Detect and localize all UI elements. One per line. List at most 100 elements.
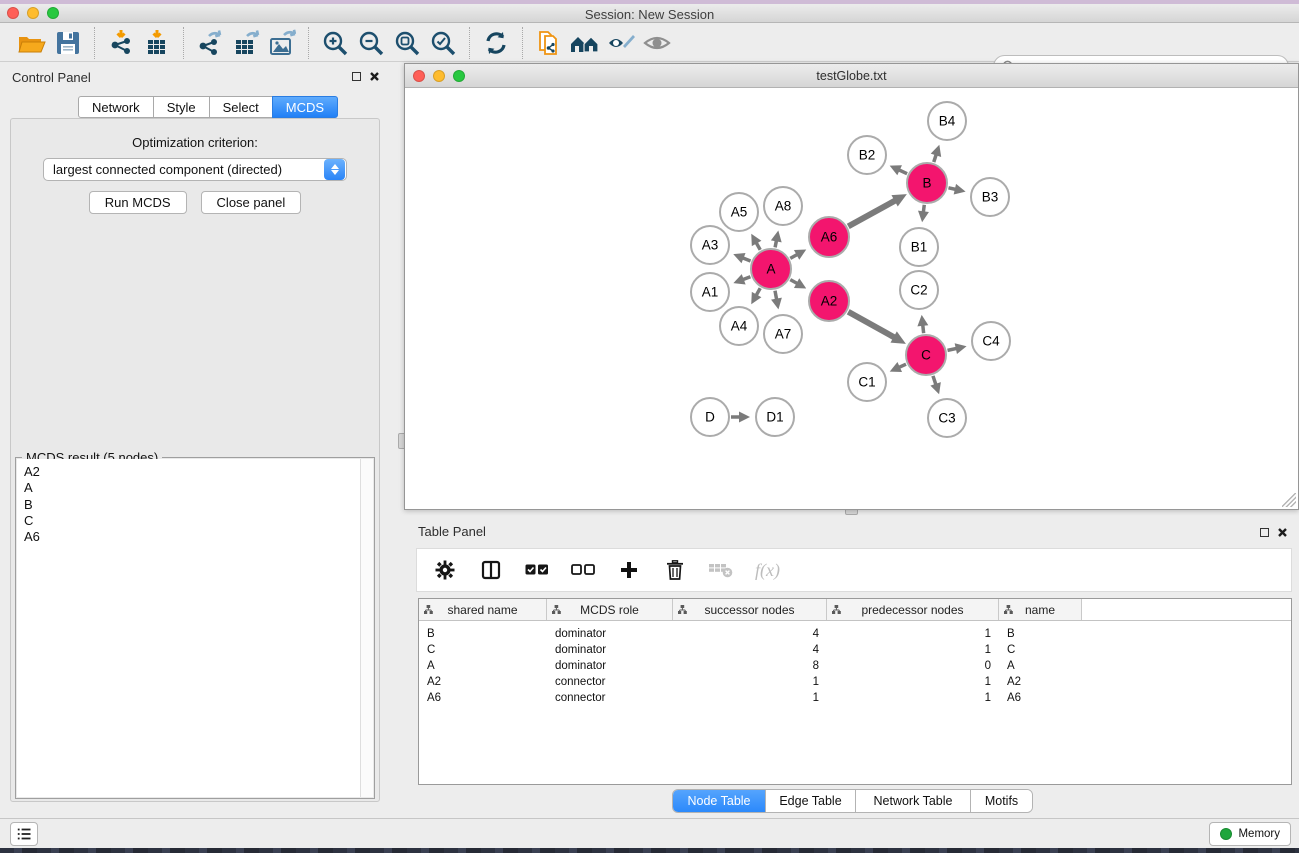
tab-network-table[interactable]: Network Table xyxy=(855,790,970,812)
export-network-button[interactable] xyxy=(192,26,228,60)
deselect-all-button[interactable] xyxy=(571,558,595,582)
graph-node-B[interactable]: B xyxy=(907,163,947,203)
zoom-in-button[interactable] xyxy=(317,26,353,60)
import-network-button[interactable] xyxy=(103,26,139,60)
graph-node-B4[interactable]: B4 xyxy=(928,102,966,140)
cell-name[interactable]: A2 xyxy=(999,674,1082,690)
result-item[interactable]: A2 xyxy=(24,464,373,480)
eye-button[interactable] xyxy=(639,26,675,60)
cell-MCDS-role[interactable]: dominator xyxy=(547,642,673,658)
show-columns-button[interactable] xyxy=(479,558,503,582)
export-table-button[interactable] xyxy=(228,26,264,60)
cell-successor-nodes[interactable]: 4 xyxy=(673,642,827,658)
column-header-MCDS-role[interactable]: MCDS role xyxy=(547,599,673,620)
tab-mcds[interactable]: MCDS xyxy=(272,96,338,118)
float-panel-icon[interactable] xyxy=(352,72,361,81)
table-row[interactable]: A2connector11A2 xyxy=(419,674,1291,690)
dropdown-stepper[interactable] xyxy=(324,159,345,180)
graph-node-A3[interactable]: A3 xyxy=(691,226,729,264)
cell-successor-nodes[interactable]: 1 xyxy=(673,690,827,706)
cell-MCDS-role[interactable]: connector xyxy=(547,674,673,690)
graph-node-A[interactable]: A xyxy=(751,249,791,289)
graph-node-A1[interactable]: A1 xyxy=(691,273,729,311)
tab-style[interactable]: Style xyxy=(153,96,210,118)
open-session-button[interactable] xyxy=(14,26,50,60)
graph-node-A8[interactable]: A8 xyxy=(764,187,802,225)
delete-column-button[interactable] xyxy=(663,558,687,582)
tab-motifs[interactable]: Motifs xyxy=(970,790,1032,812)
graph-node-D[interactable]: D xyxy=(691,398,729,436)
close-table-panel-icon[interactable] xyxy=(1277,527,1288,538)
cell-successor-nodes[interactable]: 8 xyxy=(673,658,827,674)
result-scrollbar[interactable] xyxy=(360,459,373,797)
select-all-button[interactable] xyxy=(525,558,549,582)
save-session-button[interactable] xyxy=(50,26,86,60)
cell-MCDS-role[interactable]: dominator xyxy=(547,626,673,642)
cell-shared-name[interactable]: C xyxy=(419,642,547,658)
cell-MCDS-role[interactable]: connector xyxy=(547,690,673,706)
tab-network[interactable]: Network xyxy=(78,96,154,118)
column-header-predecessor-nodes[interactable]: predecessor nodes xyxy=(827,599,999,620)
close-panel-icon[interactable] xyxy=(369,71,380,82)
function-builder-button[interactable]: f(x) xyxy=(755,558,780,582)
zoom-fit-button[interactable] xyxy=(389,26,425,60)
graph-node-B2[interactable]: B2 xyxy=(848,136,886,174)
table-row[interactable]: Cdominator41C xyxy=(419,642,1291,658)
cell-name[interactable]: B xyxy=(999,626,1082,642)
graph-node-A5[interactable]: A5 xyxy=(720,193,758,231)
column-header-successor-nodes[interactable]: successor nodes xyxy=(673,599,827,620)
float-table-panel-icon[interactable] xyxy=(1260,528,1269,537)
optimization-criterion-dropdown[interactable]: largest connected component (directed) xyxy=(43,158,347,181)
tab-select[interactable]: Select xyxy=(209,96,273,118)
cell-predecessor-nodes[interactable]: 0 xyxy=(827,658,999,674)
table-row[interactable]: A6connector11A6 xyxy=(419,690,1291,706)
graph-node-B3[interactable]: B3 xyxy=(971,178,1009,216)
cell-predecessor-nodes[interactable]: 1 xyxy=(827,674,999,690)
memory-button[interactable]: Memory xyxy=(1209,822,1291,846)
cell-successor-nodes[interactable]: 1 xyxy=(673,674,827,690)
result-item[interactable]: A xyxy=(24,480,373,496)
network-canvas[interactable]: A5A8 A3 A A1A4A7 A6 A2 B B2 B4B3 B1 C2 C C1 C4 C3 D D1 xyxy=(405,88,1298,509)
table-row[interactable]: Adominator80A xyxy=(419,658,1291,674)
column-header-shared-name[interactable]: shared name xyxy=(419,599,547,620)
table-row[interactable]: Bdominator41B xyxy=(419,626,1291,642)
cell-shared-name[interactable]: A6 xyxy=(419,690,547,706)
graph-edge-A2-C[interactable] xyxy=(848,312,899,340)
result-item[interactable]: A6 xyxy=(24,529,373,545)
table-settings-button[interactable] xyxy=(433,558,457,582)
delete-table-button[interactable] xyxy=(709,558,733,582)
graph-node-C1[interactable]: C1 xyxy=(848,363,886,401)
home-button[interactable] xyxy=(567,26,603,60)
graph-node-C4[interactable]: C4 xyxy=(972,322,1010,360)
graphics-details-button[interactable] xyxy=(603,26,639,60)
cell-successor-nodes[interactable]: 4 xyxy=(673,626,827,642)
cell-MCDS-role[interactable]: dominator xyxy=(547,658,673,674)
graph-node-C2[interactable]: C2 xyxy=(900,271,938,309)
cell-predecessor-nodes[interactable]: 1 xyxy=(827,690,999,706)
zoom-selected-button[interactable] xyxy=(425,26,461,60)
graph-node-D1[interactable]: D1 xyxy=(756,398,794,436)
cell-predecessor-nodes[interactable]: 1 xyxy=(827,642,999,658)
graph-node-B1[interactable]: B1 xyxy=(900,228,938,266)
add-column-button[interactable] xyxy=(617,558,641,582)
graph-node-A7[interactable]: A7 xyxy=(764,315,802,353)
graph-node-A2[interactable]: A2 xyxy=(809,281,849,321)
tab-edge-table[interactable]: Edge Table xyxy=(765,790,855,812)
run-mcds-button[interactable]: Run MCDS xyxy=(89,191,187,214)
graph-node-A6[interactable]: A6 xyxy=(809,217,849,257)
network-window-titlebar[interactable]: testGlobe.txt xyxy=(405,64,1298,88)
cell-shared-name[interactable]: A2 xyxy=(419,674,547,690)
cell-name[interactable]: A xyxy=(999,658,1082,674)
graph-node-C3[interactable]: C3 xyxy=(928,399,966,437)
cell-shared-name[interactable]: A xyxy=(419,658,547,674)
export-image-button[interactable] xyxy=(264,26,300,60)
refresh-button[interactable] xyxy=(478,26,514,60)
result-item[interactable]: C xyxy=(24,513,373,529)
graph-node-A4[interactable]: A4 xyxy=(720,307,758,345)
cell-predecessor-nodes[interactable]: 1 xyxy=(827,626,999,642)
tab-node-table[interactable]: Node Table xyxy=(673,790,765,812)
cell-shared-name[interactable]: B xyxy=(419,626,547,642)
graph-edge-A6-B[interactable] xyxy=(848,198,900,227)
graph-node-C[interactable]: C xyxy=(906,335,946,375)
import-table-button[interactable] xyxy=(139,26,175,60)
